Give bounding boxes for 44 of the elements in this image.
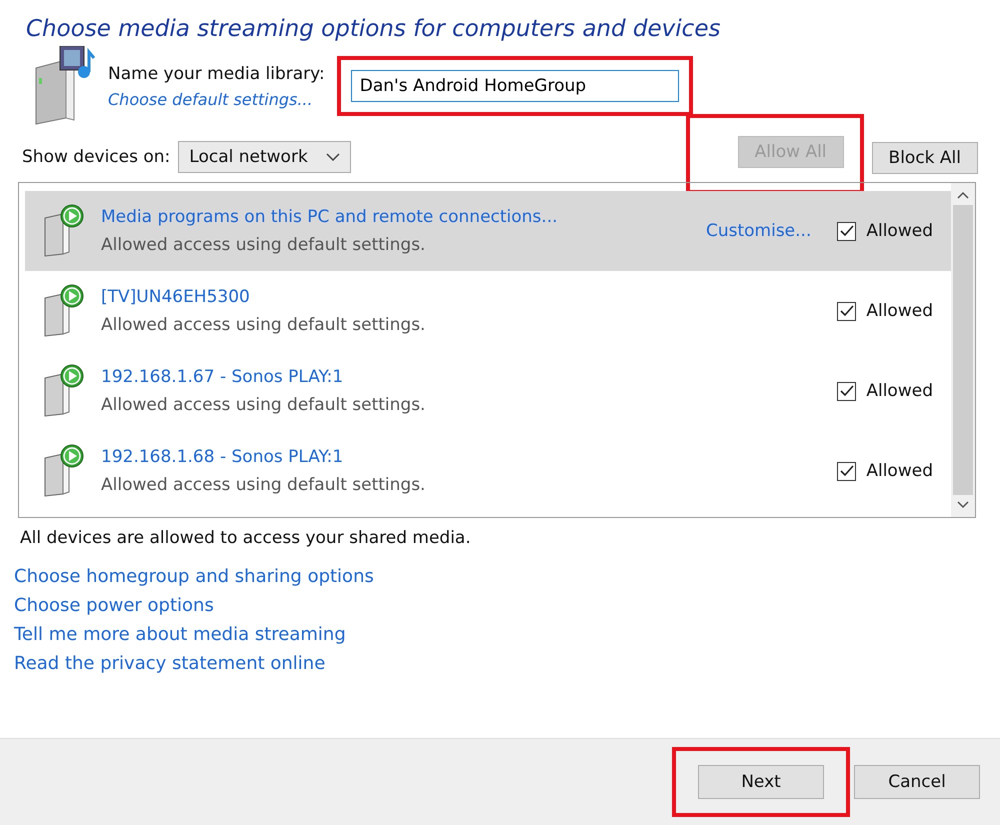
network-dropdown[interactable]: Local network xyxy=(178,141,351,173)
help-link[interactable]: Tell me more about media streaming xyxy=(14,624,986,645)
library-name-field[interactable]: Dan's Android HomeGroup xyxy=(350,70,679,102)
page-title: Choose media streaming options for computers and devices xyxy=(25,15,722,42)
device-name-link[interactable]: Media programs on this PC and remote connections... xyxy=(101,207,690,227)
device-name-link[interactable]: 192.168.1.68 - Sonos PLAY:1 xyxy=(101,447,822,467)
customise-link[interactable]: Customise... xyxy=(706,221,812,241)
checkmark-icon xyxy=(840,385,854,397)
checkbox[interactable] xyxy=(837,382,856,400)
device-row[interactable]: Media programs on this PC and remote connections... Allowed access using default settings. Customise... Allowed xyxy=(25,191,951,271)
scrollbar-thumb[interactable] xyxy=(953,205,973,495)
device-status: Allowed access using default settings. xyxy=(101,315,426,335)
help-link[interactable]: Choose homegroup and sharing options xyxy=(14,566,986,587)
list-action-button[interactable]: Block All xyxy=(872,142,978,174)
allowed-checkbox[interactable]: Allowed xyxy=(837,381,933,401)
scrollbar[interactable] xyxy=(951,183,975,517)
dialog-button[interactable]: Cancel xyxy=(854,765,980,799)
scroll-up-icon[interactable] xyxy=(957,191,969,199)
checkbox[interactable] xyxy=(837,462,856,480)
device-status: Allowed access using default settings. xyxy=(101,395,426,415)
device-status: Allowed access using default settings. xyxy=(101,235,426,255)
device-row[interactable]: [TV]UN46EH5300 Allowed access using default settings. Allowed xyxy=(25,271,951,351)
allowed-checkbox[interactable]: Allowed xyxy=(837,221,933,241)
scroll-down-icon[interactable] xyxy=(957,501,969,509)
default-settings-link[interactable]: Choose default settings... xyxy=(108,90,325,108)
checkbox[interactable] xyxy=(837,222,856,240)
help-link[interactable]: Choose power options xyxy=(14,595,986,616)
summary-text: All devices are allowed to access your shared media. xyxy=(19,527,472,550)
checkmark-icon xyxy=(840,305,854,317)
device-name-link[interactable]: [TV]UN46EH5300 xyxy=(101,287,822,307)
library-name-label: Name your media library: xyxy=(108,64,325,84)
device-row[interactable]: 192.168.1.68 - Sonos PLAY:1 Allowed access using default settings. Allowed xyxy=(25,431,951,511)
allowed-checkbox[interactable]: Allowed xyxy=(837,301,933,321)
allowed-checkbox[interactable]: Allowed xyxy=(837,461,933,481)
checkbox[interactable] xyxy=(837,302,856,320)
chevron-down-icon xyxy=(326,153,340,161)
show-devices-label: Show devices on: xyxy=(22,147,170,167)
device-row[interactable]: 192.168.1.67 - Sonos PLAY:1 Allowed access using default settings. Allowed xyxy=(25,351,951,431)
checkmark-icon xyxy=(840,465,854,477)
dialog-button[interactable]: Next xyxy=(698,765,824,799)
help-link[interactable]: Read the privacy statement online xyxy=(14,653,986,674)
device-name-link[interactable]: 192.168.1.67 - Sonos PLAY:1 xyxy=(101,367,822,387)
checkmark-icon xyxy=(840,225,854,237)
device-status: Allowed access using default settings. xyxy=(101,475,426,495)
